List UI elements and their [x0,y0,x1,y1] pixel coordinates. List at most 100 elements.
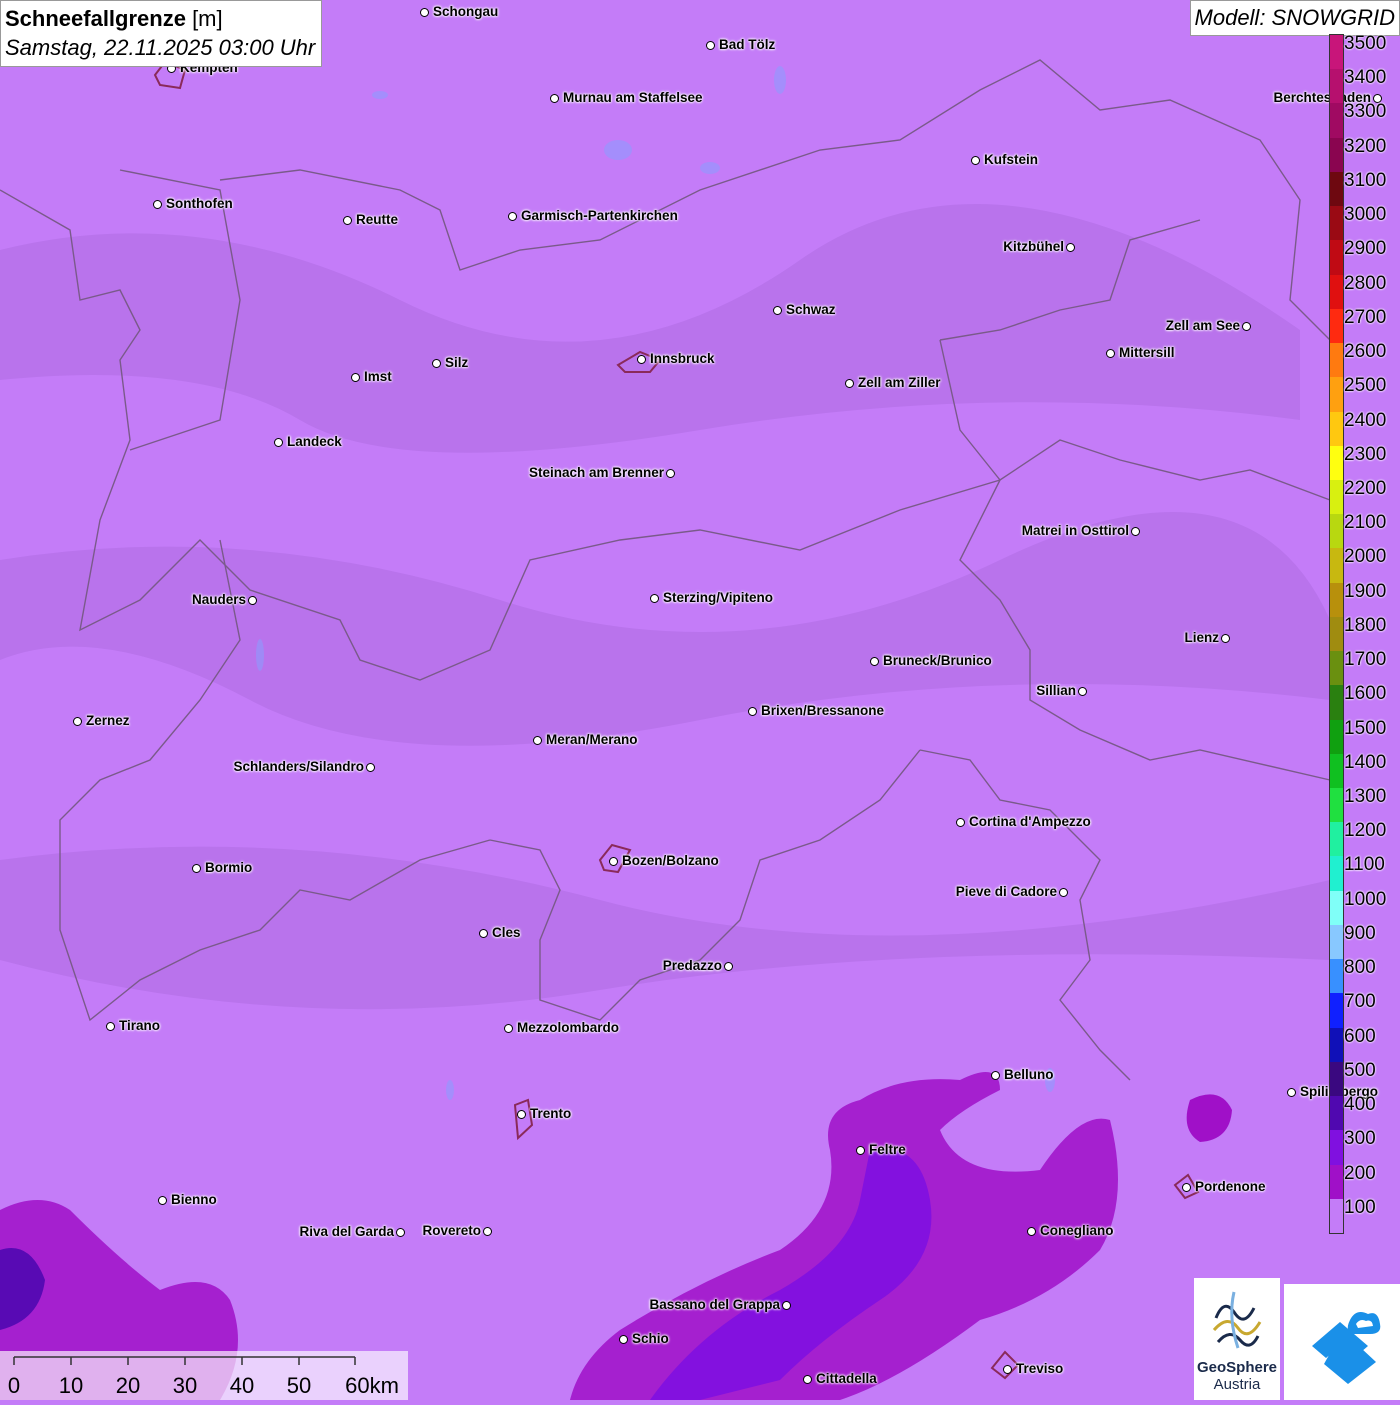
city-marker [420,8,429,17]
legend-swatch [1330,103,1343,139]
legend-label: 2100 [1344,512,1387,534]
city-marker [1066,243,1075,252]
city-marker [803,1375,812,1384]
city-marker [432,359,441,368]
city-marker [1131,527,1140,536]
city-label: Belluno [1004,1067,1054,1082]
city-label: Schlanders/Silandro [233,759,364,774]
scale-label: 60km [345,1373,399,1398]
city-label: Landeck [287,434,342,449]
legend-swatch [1330,616,1343,652]
city-label: Schio [632,1331,669,1346]
city-label: Innsbruck [650,351,715,366]
legend-label: 1800 [1344,614,1387,636]
city-label: Meran/Merano [546,732,638,747]
city-marker [773,306,782,315]
city-marker [73,717,82,726]
legend-swatch [1330,240,1343,276]
legend-label: 1100 [1344,854,1385,876]
city-label: Sterzing/Vipiteno [663,590,774,605]
scale-label: 20 [116,1373,140,1398]
city-marker [724,962,733,971]
scale-label: 30 [173,1373,197,1398]
city-marker [666,469,675,478]
geosphere-country: Austria [1214,1376,1261,1393]
legend-label: 1700 [1344,649,1387,671]
legend-label: 300 [1344,1128,1376,1150]
city-label: Tirano [119,1018,161,1033]
city-marker [619,1335,628,1344]
city-label: Zell am See [1165,318,1240,333]
city-marker [1003,1365,1012,1374]
city-marker [396,1228,405,1237]
city-marker [343,216,352,225]
model-label: Modell: SNOWGRID [1189,0,1400,36]
city-label: Cortina d'Ampezzo [969,814,1091,829]
city-label: Brixen/Bressanone [761,703,885,718]
city-marker [351,373,360,382]
legend-swatch [1330,582,1343,618]
legend-swatch [1330,651,1343,686]
legend-swatch [1330,548,1343,584]
city-label: Schwaz [786,302,836,317]
city-marker [845,379,854,388]
city-label: Rovereto [422,1223,481,1238]
legend-label: 1200 [1344,820,1387,842]
city-marker [517,1110,526,1119]
city-label: Reutte [356,212,399,227]
city-label: Riva del Garda [299,1224,394,1239]
city-label: Steinach am Brenner [528,465,664,480]
legend-label: 3300 [1344,101,1387,123]
legend-swatch [1330,959,1343,994]
legend-label: 2200 [1344,477,1387,499]
legend-swatch [1330,445,1343,481]
snow-app-logo [1284,1284,1400,1400]
legend-label: 100 [1344,1196,1376,1218]
legend-label: 2600 [1344,341,1387,363]
legend-label: 1000 [1344,888,1387,910]
legend-label: 2500 [1344,375,1387,397]
legend-swatch [1330,137,1343,173]
legend-swatch [1330,69,1343,104]
city-label: Zernez [86,713,130,728]
city-label: Cles [492,925,521,940]
legend-label: 2900 [1344,238,1387,260]
city-label: Mezzolombardo [517,1020,620,1035]
legend-swatch [1330,411,1343,447]
city-marker [856,1146,865,1155]
mountain-cloud-icon [1312,1312,1381,1384]
legend-label: 800 [1344,957,1376,979]
legend-label: 3100 [1344,169,1387,191]
legend-swatch [1330,924,1343,960]
city-label: Bruneck/Brunico [883,653,992,668]
legend-swatch [1330,514,1343,549]
city-label: Sillian [1036,683,1076,698]
city-label: Bozen/Bolzano [622,853,719,868]
city-marker [479,929,488,938]
legend-swatch [1330,890,1343,926]
city-marker [609,857,618,866]
legend-swatch [1330,206,1343,241]
legend-label: 200 [1344,1162,1376,1184]
legend-label: 1300 [1344,786,1387,808]
legend-swatch [1330,993,1343,1029]
city-label: Conegliano [1040,1223,1114,1238]
city-label: Predazzo [662,958,722,973]
scale-bar-graphic: 0 10 20 30 40 50 60km [8,1356,399,1398]
city-marker [748,707,757,716]
city-label: Feltre [869,1142,906,1157]
city-label: Zell am Ziller [858,375,941,390]
scale-bar: 0 10 20 30 40 50 60km [0,1351,408,1400]
city-marker [1106,349,1115,358]
city-marker [1287,1088,1296,1097]
legend-label: 900 [1344,922,1376,944]
legend-swatch [1330,479,1343,515]
city-label: Pieve di Cadore [955,884,1057,899]
city-marker [508,212,517,221]
legend-swatch [1330,1061,1343,1097]
map-title: Schneefallgrenze [m] [5,6,223,31]
city-marker [956,818,965,827]
legend-label: 2800 [1344,272,1387,294]
city-label: Schongau [433,4,499,19]
city-marker [533,736,542,745]
